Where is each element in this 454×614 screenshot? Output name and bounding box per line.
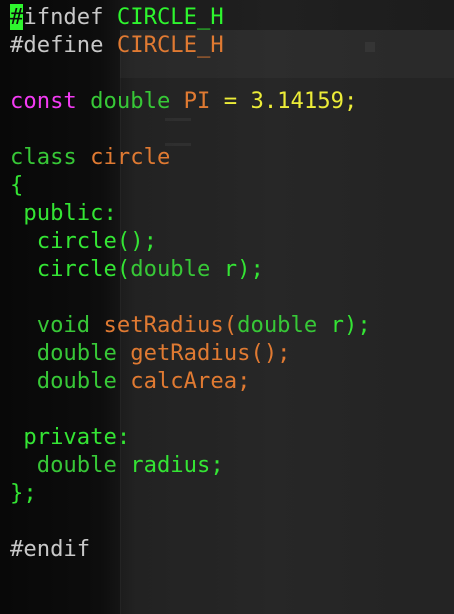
- code-token: PI: [183, 88, 211, 114]
- code-token: private:: [10, 424, 131, 450]
- code-token: calcArea;: [130, 368, 251, 394]
- code-token: public:: [10, 200, 117, 226]
- code-token: {: [10, 172, 24, 198]
- code-line[interactable]: double getRadius();: [10, 339, 371, 367]
- code-token: const: [10, 88, 91, 114]
- code-line[interactable]: [10, 395, 371, 423]
- code-line[interactable]: [10, 115, 371, 143]
- code-token: CIRCLE_H: [116, 32, 224, 58]
- code-token: };: [10, 480, 37, 506]
- code-token: double: [90, 88, 184, 114]
- code-line[interactable]: [10, 59, 371, 87]
- code-token: setRadius(: [103, 312, 238, 338]
- code-token: ifndef: [23, 4, 117, 30]
- code-token: radius;: [130, 452, 224, 478]
- code-token: double: [10, 340, 131, 366]
- code-editor[interactable]: #ifndef CIRCLE_H #define CIRCLE_H const d…: [10, 3, 371, 563]
- code-line[interactable]: [10, 507, 371, 535]
- code-token: circle();: [10, 228, 157, 254]
- code-line[interactable]: void setRadius(double r);: [10, 311, 371, 339]
- code-token: double: [237, 312, 331, 338]
- code-line[interactable]: circle();: [10, 227, 371, 255]
- code-line[interactable]: #ifndef CIRCLE_H: [10, 3, 371, 31]
- code-token: class: [10, 144, 91, 170]
- code-line[interactable]: #endif: [10, 535, 371, 563]
- code-line[interactable]: double radius;: [10, 451, 371, 479]
- code-token: 3.14159;: [250, 88, 358, 114]
- code-line[interactable]: public:: [10, 199, 371, 227]
- code-token: =: [210, 88, 251, 114]
- code-line[interactable]: double calcArea;: [10, 367, 371, 395]
- code-token: #endif: [10, 536, 91, 562]
- code-line[interactable]: #define CIRCLE_H: [10, 31, 371, 59]
- code-line[interactable]: [10, 283, 371, 311]
- code-token: double: [130, 256, 224, 282]
- code-token: double: [10, 368, 131, 394]
- code-token: CIRCLE_H: [116, 4, 224, 30]
- terminal-window[interactable]: #ifndef CIRCLE_H #define CIRCLE_H const d…: [0, 0, 454, 614]
- code-line[interactable]: };: [10, 479, 371, 507]
- code-token: circle(: [10, 256, 131, 282]
- code-line[interactable]: {: [10, 171, 371, 199]
- text-cursor: #: [10, 4, 24, 30]
- code-token: r);: [223, 256, 264, 282]
- code-token: double: [10, 452, 131, 478]
- code-token: #define: [10, 32, 117, 58]
- code-line[interactable]: class circle: [10, 143, 371, 171]
- code-token: r);: [330, 312, 371, 338]
- code-token: void: [10, 312, 104, 338]
- code-token: circle: [90, 144, 171, 170]
- code-line[interactable]: const double PI = 3.14159;: [10, 87, 371, 115]
- code-line[interactable]: circle(double r);: [10, 255, 371, 283]
- code-line[interactable]: private:: [10, 423, 371, 451]
- code-token: getRadius();: [130, 340, 291, 366]
